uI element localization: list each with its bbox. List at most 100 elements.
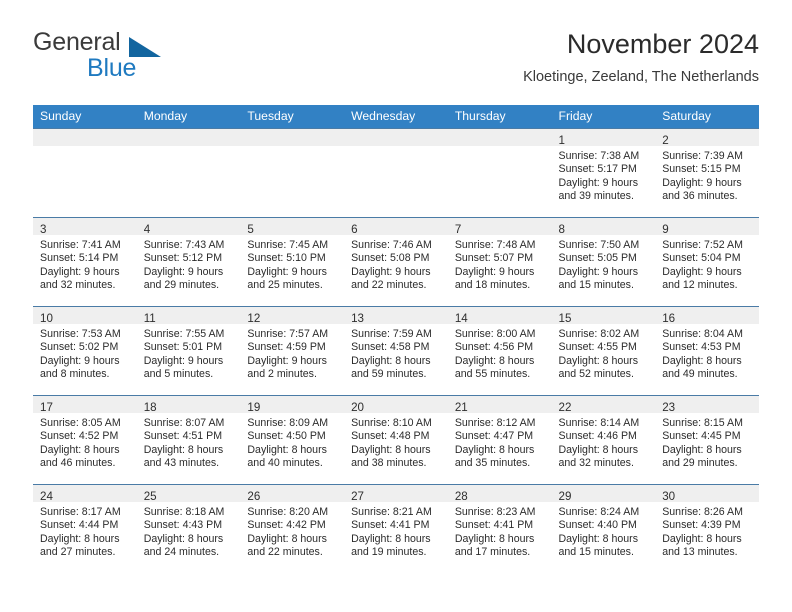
weekday-header-row: Sunday Monday Tuesday Wednesday Thursday… [33, 105, 759, 129]
sunrise-line: Sunrise: 8:07 AM [143, 417, 225, 429]
day-details: Sunrise: 8:21 AM Sunset: 4:41 PM Daylight:… [344, 502, 448, 560]
day-details: Sunrise: 7:50 AM Sunset: 5:05 PM Daylight:… [552, 235, 656, 293]
calendar-day-cell[interactable]: 8 Sunrise: 7:50 AM Sunset: 5:05 PM Daylight… [551, 217, 656, 307]
day-cell-content: 5 Sunrise: 7:45 AM Sunset: 5:10 PM Daylight… [240, 218, 345, 306]
daylight-line-1: Daylight: 9 hours [454, 265, 535, 278]
day-number-band: 20 [344, 396, 448, 414]
day-number: 17 [40, 401, 53, 414]
calendar-day-cell[interactable]: 1 Sunrise: 7:38 AM Sunset: 5:17 PM Daylight… [551, 128, 656, 218]
calendar-day-cell[interactable]: 30 Sunrise: 8:26 AM Sunset: 4:39 PM Dayligh… [655, 484, 759, 574]
weekday-header-thursday: Thursday [447, 105, 552, 129]
calendar-day-cell[interactable]: 9 Sunrise: 7:52 AM Sunset: 5:04 PM Daylight… [655, 217, 759, 307]
daylight-line-2: and 49 minutes. [662, 368, 738, 381]
sunset-line: Sunset: 4:56 PM [454, 341, 534, 354]
daylight-line-2: and 13 minutes. [662, 546, 738, 559]
calendar-day-cell[interactable] [447, 128, 552, 218]
day-number: 15 [558, 312, 572, 325]
day-cell-content: 27 Sunrise: 8:21 AM Sunset: 4:41 PM Dayligh… [344, 485, 448, 574]
daylight-line-2: and 25 minutes. [247, 279, 323, 292]
daylight-line-1: Daylight: 8 hours [40, 443, 120, 456]
calendar-day-cell[interactable]: 29 Sunrise: 8:24 AM Sunset: 4:40 PM Dayligh… [551, 484, 656, 574]
calendar-day-cell[interactable]: 26 Sunrise: 8:20 AM Sunset: 4:42 PM Dayligh… [240, 484, 345, 574]
daylight-line-2: and 59 minutes. [351, 368, 427, 381]
sunrise-line: Sunrise: 7:59 AM [351, 328, 432, 340]
calendar-day-cell[interactable]: 16 Sunrise: 8:04 AM Sunset: 4:53 PM Dayligh… [655, 306, 759, 396]
calendar-day-cell[interactable]: 2 Sunrise: 7:39 AM Sunset: 5:15 PM Daylight… [655, 128, 759, 218]
calendar-day-cell[interactable]: 22 Sunrise: 8:14 AM Sunset: 4:46 PM Dayligh… [551, 395, 656, 485]
sunset-line: Sunset: 5:10 PM [247, 252, 326, 265]
calendar-day-cell[interactable]: 4 Sunrise: 7:43 AM Sunset: 5:12 PM Daylight… [136, 217, 241, 307]
calendar-day-cell[interactable]: 21 Sunrise: 8:12 AM Sunset: 4:47 PM Dayligh… [447, 395, 552, 485]
sunset-line: Sunset: 4:41 PM [454, 519, 534, 532]
daylight-line-1: Daylight: 9 hours [558, 265, 639, 278]
calendar-day-cell[interactable]: 20 Sunrise: 8:10 AM Sunset: 4:48 PM Dayligh… [344, 395, 448, 485]
calendar-day-cell[interactable]: 25 Sunrise: 8:18 AM Sunset: 4:43 PM Dayligh… [136, 484, 241, 574]
daylight-line-1: Daylight: 8 hours [558, 532, 639, 545]
daylight-line-2: and 52 minutes. [558, 368, 634, 381]
day-cell-content: 15 Sunrise: 8:02 AM Sunset: 4:55 PM Dayligh… [551, 307, 656, 395]
day-details: Sunrise: 8:02 AM Sunset: 4:55 PM Daylight:… [552, 324, 656, 382]
day-details: Sunrise: 8:24 AM Sunset: 4:40 PM Daylight:… [552, 502, 656, 560]
calendar-day-cell[interactable]: 10 Sunrise: 7:53 AM Sunset: 5:02 PM Dayligh… [33, 306, 137, 396]
day-number-band: 27 [344, 485, 448, 503]
day-number: 16 [662, 312, 676, 325]
page-title: November 2024 [566, 29, 759, 59]
daylight-line-2: and 40 minutes. [247, 457, 323, 470]
day-cell-content: 3 Sunrise: 7:41 AM Sunset: 5:14 PM Daylight… [33, 218, 137, 306]
empty-day-band [344, 129, 448, 146]
sunset-line: Sunset: 4:42 PM [247, 519, 326, 532]
calendar-day-cell[interactable]: 17 Sunrise: 8:05 AM Sunset: 4:52 PM Dayligh… [33, 395, 137, 485]
sunrise-line: Sunrise: 7:55 AM [143, 328, 225, 340]
day-cell-content: 12 Sunrise: 7:57 AM Sunset: 4:59 PM Dayligh… [240, 307, 345, 395]
day-number: 12 [247, 312, 261, 325]
day-number-band: 1 [551, 129, 656, 147]
calendar-day-cell[interactable] [33, 128, 137, 218]
day-details: Sunrise: 8:10 AM Sunset: 4:48 PM Daylight:… [344, 413, 448, 471]
calendar-day-cell[interactable] [344, 128, 448, 218]
sunset-line: Sunset: 5:12 PM [143, 252, 223, 265]
day-number: 11 [143, 312, 156, 325]
day-details: Sunrise: 7:38 AM Sunset: 5:17 PM Daylight:… [552, 146, 656, 204]
day-number: 13 [351, 312, 365, 325]
sunset-line: Sunset: 5:17 PM [558, 163, 637, 176]
calendar-day-cell[interactable]: 18 Sunrise: 8:07 AM Sunset: 4:51 PM Dayligh… [136, 395, 241, 485]
calendar-week-row: 17 Sunrise: 8:05 AM Sunset: 4:52 PM Dayligh… [33, 395, 759, 485]
daylight-line-1: Daylight: 8 hours [247, 532, 327, 545]
general-blue-logo: General Blue [33, 28, 233, 90]
title-block: November 2024 Kloetinge, Zeeland, The Ne… [523, 28, 759, 86]
day-cell-content: 16 Sunrise: 8:04 AM Sunset: 4:53 PM Dayligh… [655, 307, 759, 395]
day-number-band: 18 [136, 396, 241, 414]
calendar-day-cell[interactable]: 3 Sunrise: 7:41 AM Sunset: 5:14 PM Daylight… [33, 217, 137, 307]
calendar-day-cell[interactable]: 11 Sunrise: 7:55 AM Sunset: 5:01 PM Dayligh… [136, 306, 241, 396]
sunrise-line: Sunrise: 8:17 AM [40, 506, 121, 518]
sunset-line: Sunset: 4:39 PM [662, 519, 741, 532]
sunset-line: Sunset: 4:46 PM [558, 430, 637, 443]
calendar-day-cell[interactable]: 7 Sunrise: 7:48 AM Sunset: 5:07 PM Daylight… [447, 217, 552, 307]
calendar-day-cell[interactable]: 12 Sunrise: 7:57 AM Sunset: 4:59 PM Dayligh… [240, 306, 345, 396]
calendar-day-cell[interactable] [240, 128, 345, 218]
day-number-band: 22 [551, 396, 656, 414]
sunset-line: Sunset: 4:58 PM [351, 341, 430, 354]
sunset-line: Sunset: 4:40 PM [558, 519, 637, 532]
calendar-day-cell[interactable]: 24 Sunrise: 8:17 AM Sunset: 4:44 PM Dayligh… [33, 484, 137, 574]
day-cell-content: 14 Sunrise: 8:00 AM Sunset: 4:56 PM Dayligh… [447, 307, 552, 395]
day-cell-content: 4 Sunrise: 7:43 AM Sunset: 5:12 PM Daylight… [136, 218, 241, 306]
day-number: 25 [143, 490, 157, 503]
calendar-day-cell[interactable]: 28 Sunrise: 8:23 AM Sunset: 4:41 PM Dayligh… [447, 484, 552, 574]
daylight-line-2: and 24 minutes. [143, 546, 220, 559]
calendar-day-cell[interactable]: 15 Sunrise: 8:02 AM Sunset: 4:55 PM Dayligh… [551, 306, 656, 396]
day-details: Sunrise: 8:00 AM Sunset: 4:56 PM Daylight:… [448, 324, 552, 382]
calendar-day-cell[interactable]: 19 Sunrise: 8:09 AM Sunset: 4:50 PM Dayligh… [240, 395, 345, 485]
calendar-day-cell[interactable] [136, 128, 241, 218]
sunrise-line: Sunrise: 8:00 AM [454, 328, 536, 340]
day-number: 18 [143, 401, 157, 414]
calendar-day-cell[interactable]: 13 Sunrise: 7:59 AM Sunset: 4:58 PM Dayligh… [344, 306, 448, 396]
calendar-day-cell[interactable]: 6 Sunrise: 7:46 AM Sunset: 5:08 PM Daylight… [344, 217, 448, 307]
day-number-band: 3 [33, 218, 137, 236]
calendar-day-cell[interactable]: 14 Sunrise: 8:00 AM Sunset: 4:56 PM Dayligh… [447, 306, 552, 396]
day-cell-content: 26 Sunrise: 8:20 AM Sunset: 4:42 PM Dayligh… [240, 485, 345, 574]
calendar-day-cell[interactable]: 27 Sunrise: 8:21 AM Sunset: 4:41 PM Dayligh… [344, 484, 448, 574]
daylight-line-2: and 39 minutes. [558, 190, 634, 203]
calendar-day-cell[interactable]: 23 Sunrise: 8:15 AM Sunset: 4:45 PM Dayligh… [655, 395, 759, 485]
calendar-day-cell[interactable]: 5 Sunrise: 7:45 AM Sunset: 5:10 PM Daylight… [240, 217, 345, 307]
